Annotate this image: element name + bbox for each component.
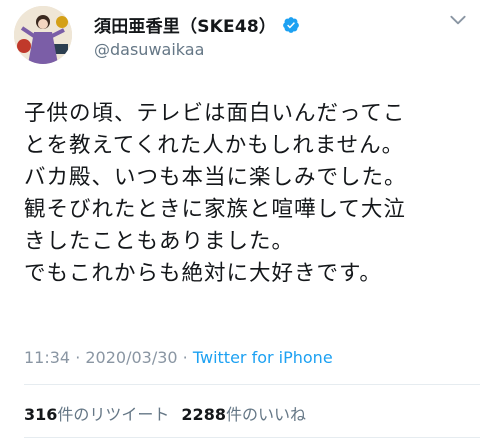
tweet-line: 子供の頃、テレビは面白いんだってこ bbox=[24, 101, 406, 126]
tweet-text: 子供の頃、テレビは面白いんだってこ とを教えてくれた人かもしれません。 バカ殿、… bbox=[24, 98, 474, 290]
meta-separator: · bbox=[70, 348, 86, 367]
tweet-stats: 316件のリツイート 2288件のいいね bbox=[24, 401, 306, 425]
tweet-line: バカ殿、いつも本当に楽しみでした。 bbox=[24, 165, 407, 190]
likes-count: 2288 bbox=[181, 405, 226, 424]
likes-label: 件のいいね bbox=[225, 405, 306, 424]
display-name[interactable]: 須田亜香里（SKE48） bbox=[94, 12, 276, 37]
tweet-date[interactable]: 2020/03/30 bbox=[85, 348, 177, 367]
tweet-line: とを教えてくれた人かもしれません。 bbox=[24, 133, 405, 158]
verified-badge-icon bbox=[283, 16, 299, 33]
name-row: 須田亜香里（SKE48） bbox=[94, 12, 300, 37]
divider bbox=[24, 384, 480, 385]
retweets-label: 件のリツイート bbox=[57, 405, 170, 424]
tweet-source-link[interactable]: Twitter for iPhone bbox=[193, 348, 333, 367]
likes-stat[interactable]: 2288件のいいね bbox=[181, 405, 306, 424]
retweets-count: 316 bbox=[24, 405, 58, 424]
tweet-line: きしたこともありました。 bbox=[24, 229, 295, 254]
tweet-meta: 11:34 · 2020/03/30 · Twitter for iPhone bbox=[24, 348, 333, 367]
tweet-time: 11:34 bbox=[24, 348, 71, 367]
user-handle[interactable]: @dasuwaikaa bbox=[94, 40, 204, 59]
tweet-line: 観そびれたときに家族と喧嘩して大泣 bbox=[24, 197, 406, 222]
divider bbox=[24, 437, 480, 438]
meta-separator: · bbox=[177, 348, 193, 367]
chevron-down-icon[interactable] bbox=[448, 10, 468, 30]
tweet-header: 須田亜香里（SKE48） @dasuwaikaa bbox=[0, 0, 480, 80]
avatar[interactable] bbox=[14, 6, 72, 64]
retweets-stat[interactable]: 316件のリツイート bbox=[24, 405, 169, 424]
tweet-line: でもこれからも絶対に大好きです。 bbox=[24, 261, 382, 286]
